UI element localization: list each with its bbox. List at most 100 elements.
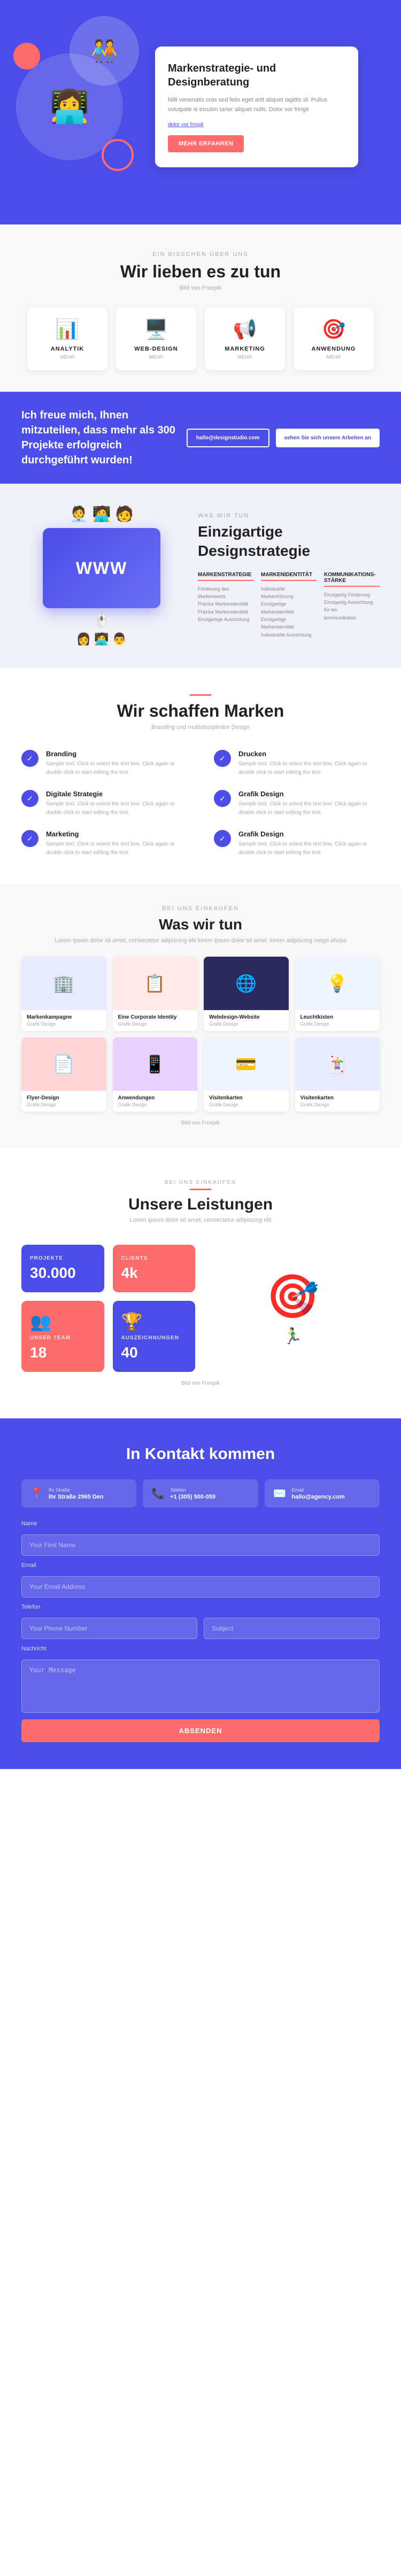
stat-label-projects: PROJEKTE <box>30 1255 96 1261</box>
brand-item-marketing: ✓ Marketing Sample text. Click to select… <box>21 830 187 857</box>
grafik-check-icon: ✓ <box>214 790 231 807</box>
hero-cta-button[interactable]: MEHR ERFAHREN <box>168 135 244 152</box>
portfolio-footer-link: Bild von Freepik <box>21 1120 380 1126</box>
strategy-grid: MARKENSTRATEGIE Förderung des Markenwert… <box>198 572 380 639</box>
stat-box-clients: CLIENTS 4k <box>113 1245 196 1292</box>
portfolio-thumb-1: 📋 <box>113 957 198 1010</box>
email-form-label: Email <box>21 1562 380 1569</box>
strategy-col-1: MARKENSTRATEGIE Förderung des Markenwert… <box>198 572 253 639</box>
hero-title: Markenstrategie- und Designberatung <box>168 61 345 89</box>
grafik-info: Grafik Design Sample text. Click to sele… <box>238 790 380 817</box>
phone-value: +1 (305) 500-059 <box>170 1494 215 1500</box>
portfolio-name-5: Anwendungen <box>118 1095 192 1101</box>
submit-button[interactable]: ABSENDEN <box>21 1719 380 1742</box>
marketing-name: Marketing <box>46 830 187 838</box>
stats-tag: BEI UNS EINKAUFEN <box>21 1180 380 1185</box>
portfolio-thumb-0: 🏢 <box>21 957 106 1010</box>
service-card-webdesign[interactable]: 🖥️ WEB-DESIGN MEHR <box>116 307 196 370</box>
hero-link[interactable]: dolor vor fringit <box>168 122 345 128</box>
team-icon: 👥 <box>30 1312 96 1332</box>
portfolio-type-5: Grafik Design <box>118 1102 192 1107</box>
phone-icon: 📞 <box>151 1487 165 1500</box>
about-section: EIN BISSCHEN ÜBER UNS Wir lieben es zu t… <box>0 224 401 392</box>
address-icon: 📍 <box>30 1487 43 1500</box>
portfolio-meta-1: Eine Corporate Identity Grafik Design <box>113 1010 198 1031</box>
portfolio-type-2: Grafik Design <box>209 1021 283 1027</box>
portfolio-item-5[interactable]: 📱 Anwendungen Grafik Design <box>113 1037 198 1112</box>
portfolio-thumb-2: 🌐 <box>204 957 289 1010</box>
contact-email-item: ✉️ Email hallo@agency.com <box>265 1479 380 1508</box>
portfolio-type-6: Grafik Design <box>209 1102 283 1107</box>
portfolio-item-0[interactable]: 🏢 Markenkampagne Grafik Design <box>21 957 106 1031</box>
name-row <box>21 1534 380 1556</box>
service-card-marketing[interactable]: 📢 MARKETING MEHR <box>205 307 285 370</box>
marketing-icon: 📢 <box>212 318 277 340</box>
portfolio-type-4: Grafik Design <box>27 1102 101 1107</box>
hero-content-card: Markenstrategie- und Designberatung Nill… <box>155 46 358 167</box>
banner-text: Ich freue mich, Ihnen mitzuteilen, dass … <box>21 408 187 468</box>
grafik2-desc: Sample text. Click to select the text bo… <box>238 840 380 857</box>
marketing-name: MARKETING <box>212 346 277 352</box>
small-circle: 🧑‍🤝‍🧑 <box>70 16 139 86</box>
app-link: MEHR <box>301 354 366 360</box>
email-icon: ✉️ <box>273 1487 287 1500</box>
services-grid: 📊 ANALYTIK MEHR 🖥️ WEB-DESIGN MEHR 📢 MAR… <box>21 307 380 370</box>
strategy-col-2: MARKENIDENTITÄT Individuelle Markenführu… <box>261 572 317 639</box>
drucken-check-icon: ✓ <box>214 750 231 767</box>
digital-name: Digitale Strategie <box>46 790 187 798</box>
phone-input[interactable] <box>21 1618 197 1639</box>
message-label: Nachricht <box>21 1646 380 1652</box>
portfolio-title: Was wir tun <box>21 916 380 933</box>
stats-content: PROJEKTE 30.000 CLIENTS 4k 👥 UNSER TEAM … <box>21 1245 380 1372</box>
about-subtitle: Bild von Freepik <box>21 285 380 291</box>
portfolio-name-2: Webdesign-Website <box>209 1014 283 1020</box>
message-textarea[interactable] <box>21 1659 380 1713</box>
hero-description: Nilli venenatis cras sed felis eget arli… <box>168 96 345 114</box>
grafik2-info: Grafik Design Sample text. Click to sele… <box>238 830 380 857</box>
stat-number-awards: 40 <box>121 1344 187 1361</box>
portfolio-item-6[interactable]: 💳 Visitenkarten Grafik Design <box>204 1037 289 1112</box>
portfolio-name-6: Visitenkarten <box>209 1095 283 1101</box>
portfolio-item-3[interactable]: 💡 Leuchtkisten Grafik Design <box>295 957 380 1031</box>
analytics-icon: 📊 <box>35 318 100 340</box>
subject-input[interactable] <box>204 1618 380 1639</box>
brands-grid: ✓ Branding Sample text. Click to select … <box>21 750 380 857</box>
portfolio-item-2[interactable]: 🌐 Webdesign-Website Grafik Design <box>204 957 289 1031</box>
email-value: hallo@agency.com <box>292 1494 345 1500</box>
marketing-info: Marketing Sample text. Click to select t… <box>46 830 187 857</box>
portfolio-meta-6: Visitenkarten Grafik Design <box>204 1091 289 1112</box>
portfolio-type-1: Grafik Design <box>118 1021 192 1027</box>
portfolio-thumb-7: 🃏 <box>295 1037 380 1091</box>
stats-subtitle: Lorem ipsum dolor sit amet, consectetur … <box>21 1217 380 1223</box>
stat-label-team: UNSER TEAM <box>30 1335 96 1341</box>
portfolio-meta-5: Anwendungen Grafik Design <box>113 1091 198 1112</box>
portfolio-type-0: Grafik Design <box>27 1021 101 1027</box>
portfolio-item-4[interactable]: 📄 Flyer-Design Grafik Design <box>21 1037 106 1112</box>
branding-name: Branding <box>46 750 187 758</box>
service-card-analytics[interactable]: 📊 ANALYTIK MEHR <box>27 307 107 370</box>
email-input[interactable] <box>21 1576 380 1597</box>
portfolio-item-1[interactable]: 📋 Eine Corporate Identity Grafik Design <box>113 957 198 1031</box>
contact-form: Name Email Telefon Nachricht ABSENDEN <box>21 1520 380 1742</box>
stats-divider <box>190 1189 211 1190</box>
banner-email-button[interactable]: hallo@designstudio.com <box>187 429 269 447</box>
portfolio-item-7[interactable]: 🃏 Visitenkarten Grafik Design <box>295 1037 380 1112</box>
phone-label: Telefon <box>170 1487 215 1493</box>
strategy-col-2-text: Individuelle MarkenführungEinzigartige M… <box>261 585 317 639</box>
webdesign-icon: 🖥️ <box>124 318 189 340</box>
name-input[interactable] <box>21 1534 380 1556</box>
www-title: Einzigartige Designstrategie <box>198 522 380 561</box>
banner-works-button[interactable]: sehen Sie sich unsere Arbeiten an <box>276 429 380 447</box>
stat-number-clients: 4k <box>121 1264 187 1282</box>
strategy-col-3-text: Einzigartig FörderungEinzigartig Ausrich… <box>324 591 380 622</box>
address-label: Ihr Straße <box>49 1487 104 1493</box>
contact-address-detail: Ihr Straße Ihr Straße 2965 Den <box>49 1487 104 1500</box>
address-value: Ihr Straße 2965 Den <box>49 1494 104 1500</box>
stat-box-projects: PROJEKTE 30.000 <box>21 1245 104 1292</box>
drucken-name: Drucken <box>238 750 380 758</box>
service-card-app[interactable]: 🎯 ANWENDUNG MEHR <box>294 307 374 370</box>
portfolio-thumb-6: 💳 <box>204 1037 289 1091</box>
portfolio-thumb-4: 📄 <box>21 1037 106 1091</box>
what-tag: WAS WIR TUN <box>198 513 380 519</box>
email-row <box>21 1576 380 1597</box>
